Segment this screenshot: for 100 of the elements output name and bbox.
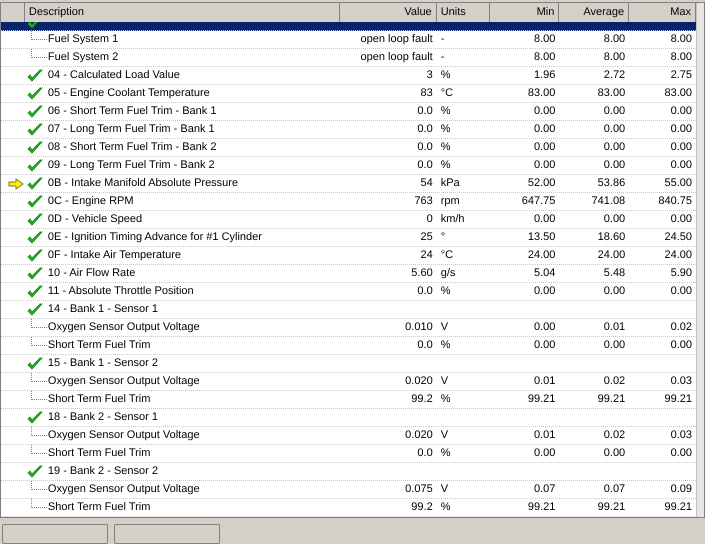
table-cell: 25 [420, 231, 433, 244]
table-cell: 83.00 [664, 87, 692, 100]
table-row[interactable]: Oxygen Sensor Output Voltage 0.020 V 0.01 0.02 0.03 [1, 427, 696, 445]
table-row[interactable]: 14 - Bank 1 - Sensor 1 [1, 301, 696, 319]
table-cell: 0.00 [534, 339, 556, 352]
table-cell-text: 06 - Short Term Fuel Trim - Bank 1 [48, 104, 216, 120]
table-cell: 0.01 [534, 429, 556, 442]
table-cell-text: 0B - Intake Manifold Absolute Pressure [48, 176, 238, 192]
table-cell-text: 0D - Vehicle Speed [48, 212, 142, 228]
table-cell: 99.21 [528, 393, 556, 406]
table-cell: 0.0 [417, 447, 433, 460]
table-cell-text: 18 - Bank 2 - Sensor 1 [48, 410, 158, 426]
table-cell: 99.21 [664, 501, 692, 514]
table-cell: open loop fault [360, 51, 433, 64]
table-cell: % [440, 285, 450, 298]
table-row[interactable]: Short Term Fuel Trim 99.2 % 99.21 99.21 99.21 [1, 499, 696, 517]
table-cell: 0.010 [405, 321, 433, 334]
table-cell: V [440, 321, 448, 334]
table-cell: 83.00 [598, 87, 626, 100]
table-cell-text: 15 - Bank 1 - Sensor 2 [48, 356, 158, 372]
table-cell-text: 11 - Absolute Throttle Position [48, 284, 194, 300]
table-cell: 24.00 [664, 249, 692, 262]
table-cell-text: 14 - Bank 1 - Sensor 1 [48, 302, 158, 318]
table-cell: 0.00 [670, 105, 692, 118]
button[interactable] [2, 524, 108, 544]
table-row[interactable]: Oxygen Sensor Output Voltage 0.010 V 0.00 0.01 0.02 [1, 319, 696, 337]
table-cell: 0.00 [670, 339, 692, 352]
table-row[interactable]: Short Term Fuel Trim 0.0 % 0.00 0.00 0.00 [1, 445, 696, 463]
table-cell-text: 0E - Ignition Timing Advance for #1 Cylinder [48, 230, 262, 246]
table-row[interactable]: 11 - Absolute Throttle Position 0.0 % 0.00 0.00 0.00 [1, 283, 696, 301]
table-row[interactable]: 07 - Long Term Fuel Trim - Bank 1 0.0 % 0.00 0.00 0.00 [1, 121, 696, 139]
table-cell: 0.02 [604, 429, 626, 442]
table-cell: 3 [426, 69, 433, 82]
table-cell: 24 [420, 249, 433, 262]
table-cell: 0.00 [534, 159, 556, 172]
table-row[interactable]: Oxygen Sensor Output Voltage 0.020 V 0.01 0.02 0.03 [1, 373, 696, 391]
table-cell: 8.00 [670, 51, 692, 64]
table-cell: 8.00 [670, 33, 692, 46]
table-cell: 0.00 [604, 447, 626, 460]
button[interactable] [114, 524, 220, 544]
table-row[interactable]: 0E - Ignition Timing Advance for #1 Cylinder 25 ° 13.50 18.60 24.50 [1, 229, 696, 247]
table-cell: 5.48 [604, 267, 626, 280]
table-row[interactable]: 0C - Engine RPM 763 rpm 647.75 741.08 840.75 [1, 193, 696, 211]
table-cell: 0.02 [670, 321, 692, 334]
table-row[interactable]: 05 - Engine Coolant Temperature 83 °C 83.00 83.00 83.00 [1, 85, 696, 103]
table-row[interactable]: 18 - Bank 2 - Sensor 1 [1, 409, 696, 427]
table-row[interactable]: 08 - Short Term Fuel Trim - Bank 2 0.0 % 0.00 0.00 0.00 [1, 139, 696, 157]
table-cell: 0.03 [670, 429, 692, 442]
table-cell: V [440, 429, 448, 442]
table-row[interactable]: 15 - Bank 1 - Sensor 2 [1, 355, 696, 373]
table-row[interactable]: 0D - Vehicle Speed 0 km/h 0.00 0.00 0.00 [1, 211, 696, 229]
table-row[interactable]: 0B - Intake Manifold Absolute Pressure 54 kPa 52.00 53.86 55.00 [1, 175, 696, 193]
table-cell-text: Oxygen Sensor Output Voltage [48, 482, 200, 498]
table-cell: % [440, 123, 450, 136]
table-row[interactable]: 09 - Long Term Fuel Trim - Bank 2 0.0 % 0.00 0.00 0.00 [1, 157, 696, 175]
table-cell: 54 [420, 177, 433, 190]
table-cell: 2.72 [604, 69, 626, 82]
table-cell: 763 [414, 195, 433, 208]
table-cell: 24.00 [598, 249, 626, 262]
table-cell: 18.60 [598, 231, 626, 244]
table-cell-text: Oxygen Sensor Output Voltage [48, 320, 200, 336]
table-cell: 0 [426, 213, 433, 226]
table-row[interactable]: 04 - Calculated Load Value 3 % 1.96 2.72 2.75 [1, 67, 696, 85]
table-row[interactable]: 19 - Bank 2 - Sensor 2 [1, 463, 696, 481]
table-cell: 0.020 [405, 429, 433, 442]
table-row[interactable]: 06 - Short Term Fuel Trim - Bank 1 0.0 % 0.00 0.00 0.00 [1, 103, 696, 121]
table-cell: 0.00 [604, 141, 626, 154]
table-cell: % [440, 159, 450, 172]
table-cell: 8.00 [534, 33, 556, 46]
table-row[interactable]: 10 - Air Flow Rate 5.60 g/s 5.04 5.48 5.90 [1, 265, 696, 283]
table-row[interactable] [1, 22, 696, 31]
table-cell: 0.0 [417, 123, 433, 136]
table-cell: 0.00 [670, 447, 692, 460]
scrollbar[interactable] [696, 3, 704, 517]
table-row[interactable]: Short Term Fuel Trim 0.0 % 0.00 0.00 0.00 [1, 337, 696, 355]
table-cell-text: Short Term Fuel Trim [48, 338, 150, 354]
table-cell: 5.04 [534, 267, 556, 280]
table-cell: 24.00 [528, 249, 556, 262]
table-cell: 99.21 [598, 501, 626, 514]
table-cell: 0.00 [534, 285, 556, 298]
table-cell: open loop fault [360, 33, 433, 46]
table-cell: % [440, 447, 450, 460]
table-cell: 0.00 [604, 213, 626, 226]
table-row[interactable]: Oxygen Sensor Output Voltage 0.075 V 0.07 0.07 0.09 [1, 481, 696, 499]
table-row[interactable]: Short Term Fuel Trim 99.2 % 99.21 99.21 99.21 [1, 391, 696, 409]
table-cell-text: 0F - Intake Air Temperature [48, 248, 182, 264]
table-cell-text: Fuel System 2 [48, 50, 118, 66]
table-cell-text: 10 - Air Flow Rate [48, 266, 136, 282]
table-cell: 0.00 [604, 285, 626, 298]
table-cell: 647.75 [522, 195, 556, 208]
table-cell: 0.00 [604, 123, 626, 136]
table-cell: 8.00 [534, 51, 556, 64]
table-row[interactable]: Fuel System 2 open loop fault - 8.00 8.00 8.00 [1, 49, 696, 67]
table-row[interactable]: 0F - Intake Air Temperature 24 °C 24.00 24.00 24.00 [1, 247, 696, 265]
table-cell: °C [440, 87, 454, 100]
table-cell-text: 09 - Long Term Fuel Trim - Bank 2 [48, 158, 215, 174]
table-row[interactable]: Fuel System 1 open loop fault - 8.00 8.00 8.00 [1, 31, 696, 49]
table-cell: 840.75 [658, 195, 692, 208]
table-cell: 0.00 [670, 285, 692, 298]
table-cell-text: Oxygen Sensor Output Voltage [48, 428, 200, 444]
